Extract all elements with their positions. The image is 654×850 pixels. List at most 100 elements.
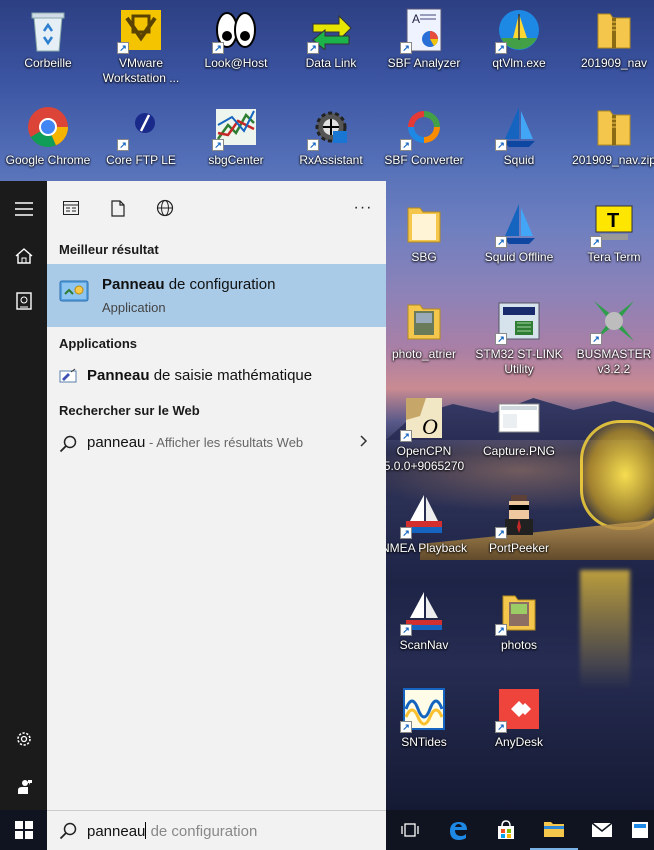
edge-button[interactable] xyxy=(434,810,482,850)
settings-button[interactable] xyxy=(0,719,47,759)
search-typed-text: panneau xyxy=(87,823,146,840)
desktop-icon-google-chrome[interactable]: Google Chrome xyxy=(0,97,96,187)
filter-documents-button[interactable] xyxy=(105,195,131,221)
file-explorer-button[interactable] xyxy=(530,810,578,850)
desktop-icon-stm32-stlink[interactable]: ↗ STM32 ST-LINK Utility xyxy=(471,291,567,381)
desktop-icon-rxassistant[interactable]: ↗ RxAssistant xyxy=(283,97,379,187)
desktop-icon-201909-nav-zip[interactable]: 201909_nav.zip xyxy=(566,97,654,187)
home-icon xyxy=(15,248,32,264)
desktop-icon-corbeille[interactable]: Corbeille xyxy=(0,0,96,90)
svg-text:T: T xyxy=(607,210,619,232)
taskbar-app-button[interactable] xyxy=(626,810,654,850)
sbf-converter-icon: ↗ xyxy=(400,103,448,151)
notebook-button[interactable] xyxy=(0,281,47,321)
app-result-math-input-panel[interactable]: Panneau de saisie mathématique xyxy=(47,361,386,391)
data-link-icon: ↗ xyxy=(307,6,355,54)
desktop-icon-sbf-converter[interactable]: ↗ SBF Converter xyxy=(376,97,472,187)
task-view-button[interactable] xyxy=(386,810,434,850)
shortcut-arrow-icon: ↗ xyxy=(307,42,319,54)
desktop-icon-201909-nav[interactable]: 201909_nav xyxy=(566,0,654,90)
notebook-icon xyxy=(15,292,32,310)
vmware-icon: ↗ xyxy=(117,6,165,54)
document-icon xyxy=(111,199,125,217)
desktop-icon-sbf-analyzer[interactable]: A ↗ SBF Analyzer xyxy=(376,0,472,90)
desktop-icon-sbgcenter[interactable]: ↗ sbgCenter xyxy=(188,97,284,187)
desktop-icon-capture-png[interactable]: Capture.PNG xyxy=(471,388,567,478)
shortcut-arrow-icon: ↗ xyxy=(212,42,224,54)
best-match-title-bold: Panneau xyxy=(102,276,165,293)
desktop-icon-tera-term[interactable]: T ↗ Tera Term xyxy=(566,194,654,284)
taskbar: panneau de configuration xyxy=(0,810,654,850)
desktop-icon-scannav[interactable]: ↗ ScanNav xyxy=(376,582,472,672)
hamburger-icon xyxy=(14,202,33,216)
hamburger-menu-button[interactable] xyxy=(0,189,47,229)
desktop-icon-sbg[interactable]: SBG xyxy=(376,194,472,284)
wallpaper-reflection xyxy=(580,570,630,690)
desktop-icon-anydesk[interactable]: ↗ AnyDesk xyxy=(471,679,567,769)
photo-folder-icon: ↗ xyxy=(495,588,543,636)
section-web-search: Rechercher sur le Web xyxy=(59,403,200,418)
opencpn-icon: O ↗ xyxy=(400,394,448,442)
app-result-title-rest: de saisie mathématique xyxy=(149,367,313,384)
shortcut-arrow-icon: ↗ xyxy=(400,624,412,636)
best-match-result[interactable]: Panneau de configuration Application xyxy=(47,264,386,327)
more-options-button[interactable]: ··· xyxy=(350,195,376,221)
windows-logo-icon xyxy=(14,821,33,839)
squid-sail-icon: ↗ xyxy=(495,103,543,151)
shortcut-arrow-icon: ↗ xyxy=(590,333,602,345)
shortcut-arrow-icon: ↗ xyxy=(117,42,129,54)
shortcut-arrow-icon: ↗ xyxy=(495,139,507,151)
apps-filter-icon xyxy=(63,201,79,215)
mail-icon xyxy=(591,822,613,837)
filter-web-button[interactable] xyxy=(152,195,178,221)
sbg-center-icon: ↗ xyxy=(212,103,260,151)
feedback-button[interactable] xyxy=(0,767,47,807)
desktop-icon-core-ftp[interactable]: ↗ Core FTP LE xyxy=(93,97,189,187)
desktop-icon-sntides[interactable]: ↗ SNTides xyxy=(376,679,472,769)
search-icon xyxy=(59,822,77,845)
desktop-icon-squid[interactable]: ↗ Squid xyxy=(471,97,567,187)
shortcut-arrow-icon: ↗ xyxy=(590,236,602,248)
search-input[interactable]: panneau de configuration xyxy=(87,822,257,840)
desktop-icon-photos[interactable]: ↗ photos xyxy=(471,582,567,672)
shortcut-arrow-icon: ↗ xyxy=(400,430,412,442)
desktop-icon-squid-offline[interactable]: ↗ Squid Offline xyxy=(471,194,567,284)
mail-button[interactable] xyxy=(578,810,626,850)
desktop-icon-data-link[interactable]: ↗ Data Link xyxy=(283,0,379,90)
taskbar-search-box[interactable]: panneau de configuration xyxy=(47,810,386,850)
desktop-icon-photo-atrier[interactable]: photo_atrier xyxy=(376,291,472,381)
zip-folder-icon xyxy=(590,103,638,151)
shortcut-arrow-icon: ↗ xyxy=(212,139,224,151)
control-panel-icon xyxy=(59,280,89,304)
app-icon xyxy=(632,822,648,838)
desktop-icon-opencpn[interactable]: O ↗ OpenCPN 5.0.0+9065270 xyxy=(376,388,472,478)
store-button[interactable] xyxy=(482,810,530,850)
feedback-person-icon xyxy=(17,780,32,794)
shortcut-arrow-icon: ↗ xyxy=(400,527,412,539)
ellipsis-icon: ··· xyxy=(353,199,373,216)
shortcut-arrow-icon: ↗ xyxy=(400,42,412,54)
desktop-icon-nmea-playback[interactable]: ↗ NMEA Playback xyxy=(376,485,472,575)
search-results-panel: ··· Meilleur résultat Panneau de configu… xyxy=(47,181,386,810)
shortcut-arrow-icon: ↗ xyxy=(307,139,319,151)
portpeeker-icon: ↗ xyxy=(495,491,543,539)
web-result-row[interactable]: panneau - Afficher les résultats Web xyxy=(47,428,386,458)
desktop-icon-busmaster[interactable]: ↗ BUSMASTER v3.2.2 xyxy=(566,291,654,381)
anydesk-icon: ↗ xyxy=(495,685,543,733)
desktop-icon-vmware[interactable]: ↗ VMware Workstation ... xyxy=(93,0,189,90)
desktop-icon-qtvlm[interactable]: ↗ qtVlm.exe xyxy=(471,0,567,90)
shortcut-arrow-icon: ↗ xyxy=(400,139,412,151)
desktop-icon-lookathost[interactable]: ↗ Look@Host xyxy=(188,0,284,90)
chevron-right-icon[interactable] xyxy=(360,434,368,450)
section-best-match: Meilleur résultat xyxy=(59,242,159,257)
filter-apps-button[interactable] xyxy=(58,195,84,221)
svg-text:O: O xyxy=(422,414,438,439)
best-match-title-rest: de configuration xyxy=(164,276,276,293)
best-match-subtitle: Application xyxy=(102,300,166,315)
home-button[interactable] xyxy=(0,236,47,276)
desktop-icon-portpeeker[interactable]: ↗ PortPeeker xyxy=(471,485,567,575)
start-button[interactable] xyxy=(0,810,47,850)
shortcut-arrow-icon: ↗ xyxy=(495,624,507,636)
store-icon xyxy=(498,820,514,839)
app-result-title-bold: Panneau xyxy=(87,367,150,384)
